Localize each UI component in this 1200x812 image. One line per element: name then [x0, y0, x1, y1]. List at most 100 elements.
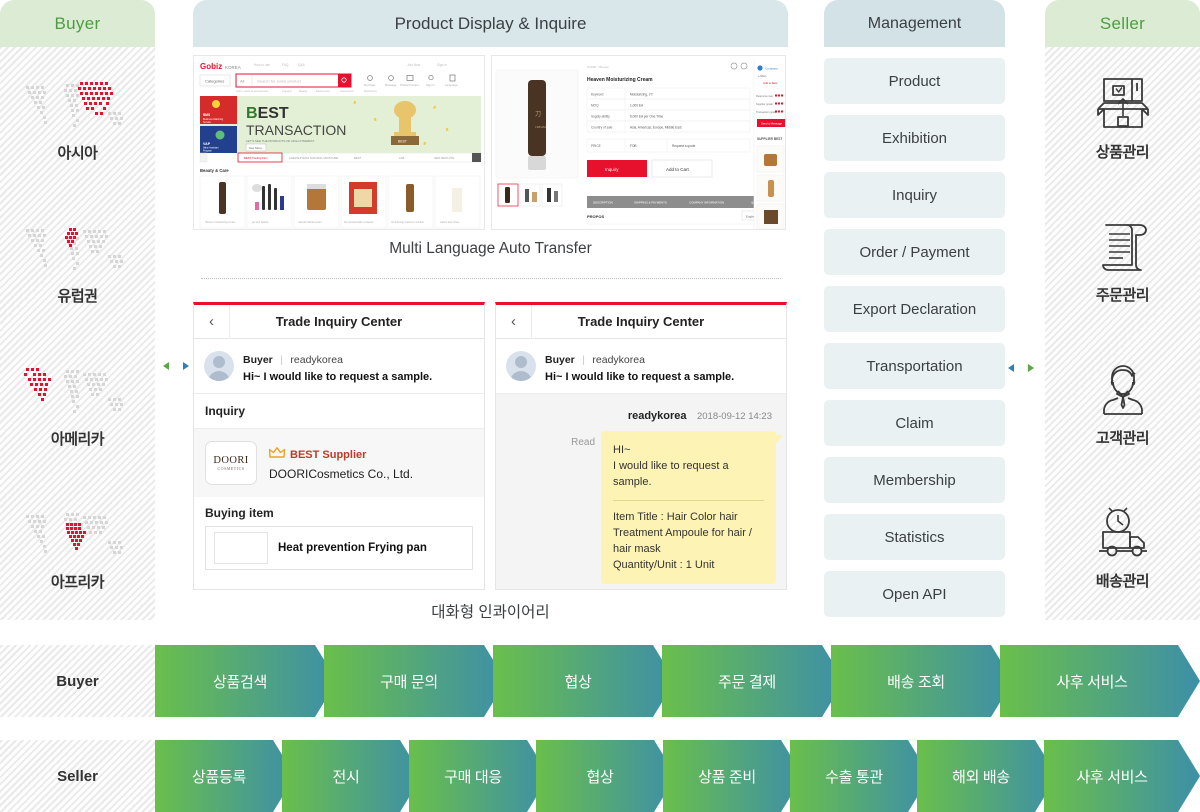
inquiry-right-user-sep: | [582, 354, 585, 366]
seller-flow-track: 상품등록 전시 구매 대응 협상 상품 준비 수출 통관 해외 배송 사후 서비… [155, 740, 1200, 812]
inquiry-left-title: Trade Inquiry Center [275, 314, 403, 329]
supplier-info: BEST Supplier DOORICosmetics Co., Ltd. [268, 446, 414, 481]
buying-item-thumbnail [214, 532, 268, 565]
seller-column: Seller 상품관리 주문관리 고객관리 배송관리 [1045, 0, 1200, 620]
chat-message-area: readykorea 2018-09-12 14:23 Read HI~ I w… [496, 394, 786, 589]
management-header-label: Management [867, 14, 962, 32]
inquiry-left-section-label: Inquiry [194, 394, 484, 430]
product-detail-screenshot[interactable]: 刀 CREAM HOME > Beauty Heaven Moisturizin… [491, 55, 786, 230]
seller-item-product-management[interactable]: 상품관리 [1045, 47, 1200, 190]
seller-item-order-management[interactable]: 주문관리 [1045, 190, 1200, 333]
buyer-header-label: Buyer [54, 13, 101, 33]
management-item-exhibition[interactable]: Exhibition [824, 115, 1005, 161]
svg-text:BEST: BEST [246, 105, 289, 122]
center-header-label: Product Display & Inquire [394, 13, 587, 33]
management-item-claim[interactable]: Claim [824, 400, 1005, 446]
svg-text:oil of foreign essence solutio: oil of foreign essence solution [391, 221, 425, 224]
svg-text:Inquiry: Inquiry [605, 167, 619, 172]
storefront-screenshot[interactable]: Gobiz KOREA How to use FAQ Q&A Join Now Sig… [193, 55, 485, 230]
crown-icon [268, 446, 286, 464]
inquiry-panel-left[interactable]: ‹ Trade Inquiry Center Buyer | readykore… [193, 302, 485, 590]
seller-flow-step-label: 전시 [332, 769, 359, 786]
svg-text:BMS: BMS [203, 113, 210, 117]
seller-flow-step-label: 사후 서비스 [1076, 769, 1148, 786]
svg-text:Product Center: Product Center [400, 83, 419, 87]
inquiry-left-titlebar: ‹ Trade Inquiry Center [194, 305, 484, 339]
seller-item-label: 주문관리 [1095, 287, 1150, 304]
inquiry-panel-right[interactable]: ‹ Trade Inquiry Center Buyer | readykore… [495, 302, 787, 590]
section-divider [201, 278, 781, 279]
svg-text:PRICE: PRICE [591, 144, 601, 148]
svg-text:How to use: How to use [254, 63, 270, 67]
chevron-left-icon[interactable]: ‹ [496, 305, 532, 339]
svg-text:Moisturizing, YY: Moisturizing, YY [630, 93, 654, 97]
seller-item-delivery-management[interactable]: 배송관리 [1045, 476, 1200, 619]
svg-text:Search for some product: Search for some product [257, 79, 302, 84]
svg-text:Q&A: Q&A [298, 63, 306, 67]
seller-flow-step-label: 수출 통관 [825, 769, 883, 786]
double-arrow-icon [163, 361, 189, 378]
seller-item-label: 상품관리 [1095, 144, 1150, 161]
buyer-region-asia[interactable]: 아시아 [0, 47, 155, 190]
best-supplier-label: BEST Supplier [290, 448, 367, 461]
svg-text:GEO-NEOLUTE: GEO-NEOLUTE [434, 156, 454, 160]
inquiry-left-user-role: Buyer [243, 354, 273, 366]
management-item-label: Export Declaration [852, 300, 977, 318]
buyer-region-africa[interactable]: 아프리카 [0, 476, 155, 619]
management-item-product[interactable]: Product [824, 58, 1005, 104]
chat-bubble-greeting: HI~ [613, 444, 631, 457]
management-column-header: Management [824, 0, 1005, 47]
svg-text:VAP: VAP [203, 142, 211, 146]
svg-text:Sign In: Sign In [437, 63, 447, 67]
management-item-transportation[interactable]: Transportation [824, 343, 1005, 389]
seller-flow-step-label: 상품 준비 [698, 769, 756, 786]
center-column: Product Display & Inquire Gobiz KOREA Ho… [193, 0, 788, 630]
inquiry-left-user-text: Buyer | readykorea Hi~ I would like to r… [243, 348, 432, 384]
svg-text:Add to Cart: Add to Cart [666, 167, 690, 172]
chevron-left-icon[interactable]: ‹ [194, 305, 230, 339]
seller-item-customer-management[interactable]: 고객관리 [1045, 333, 1200, 476]
buyer-region-list: 아시아 유럽권 아메리카 아프리카 [0, 47, 155, 620]
supplier-name: DOORICosmetics Co., Ltd. [269, 466, 414, 481]
management-item-inquiry[interactable]: Inquiry [824, 172, 1005, 218]
svg-text:Gobiz: Gobiz [200, 62, 222, 71]
buying-item-label: Buying item [205, 506, 274, 521]
svg-text:Auto / parts & accessories: Auto / parts & accessories [236, 89, 269, 93]
buying-item-row[interactable]: Heat prevention Frying pan [205, 526, 473, 571]
svg-text:1,000 EA: 1,000 EA [630, 104, 644, 108]
svg-text:MOQ: MOQ [591, 104, 599, 108]
svg-text:Language: Language [445, 83, 458, 87]
seller-flow-step-label: 협상 [586, 769, 614, 786]
management-item-export-declaration[interactable]: Export Declaration [824, 286, 1005, 332]
inquiry-right-user-row: Buyer | readykorea Hi~ I would like to r… [496, 339, 786, 395]
inquiry-left-user-row: Buyer | readykorea Hi~ I would like to r… [194, 339, 484, 395]
chat-bubble[interactable]: HI~ I would like to request a sample. It… [601, 431, 783, 584]
management-column: Management Product Exhibition Inquiry Or… [824, 0, 1005, 617]
svg-text:Sign In: Sign In [426, 83, 435, 87]
svg-text:BEST: BEST [398, 140, 407, 144]
supplier-card[interactable]: DOORI COSMETICS BEST Supplier DOORICosme… [194, 429, 484, 498]
management-item-label: Open API [882, 585, 947, 603]
inquiry-left-user-sep: | [280, 354, 283, 366]
buyer-region-europe[interactable]: 유럽권 [0, 190, 155, 333]
management-item-statistics[interactable]: Statistics [824, 514, 1005, 560]
svg-text:SHIPPING & PAYMENTS: SHIPPING & PAYMENTS [634, 201, 667, 205]
buyer-region-label: 아시아 [57, 145, 98, 162]
management-item-open-api[interactable]: Open API [824, 571, 1005, 617]
seller-item-label: 고객관리 [1095, 430, 1150, 447]
svg-text:Apparel: Apparel [282, 89, 292, 93]
open-box-icon [1092, 75, 1154, 135]
seller-flow-label-text: Seller [57, 767, 98, 785]
buyer-flow-step-label: 협상 [564, 674, 592, 691]
buyer-region-america[interactable]: 아메리카 [0, 333, 155, 476]
chat-bubble-timestamp: 2018-09-12 14:23 [696, 411, 772, 423]
svg-text:See More: See More [249, 146, 262, 150]
inquiry-right-user-id: readykorea [592, 354, 645, 366]
svg-text:Categories: Categories [205, 79, 224, 84]
chat-bubble-quantity: Quantity/Unit : 1 Unit [613, 559, 715, 572]
svg-text:HOME > Beauty: HOME > Beauty [587, 65, 609, 69]
management-item-label: Membership [873, 471, 956, 489]
management-item-order-payment[interactable]: Order / Payment [824, 229, 1005, 275]
management-item-membership[interactable]: Membership [824, 457, 1005, 503]
svg-text:BEST Trading Firm: BEST Trading Firm [244, 156, 268, 160]
